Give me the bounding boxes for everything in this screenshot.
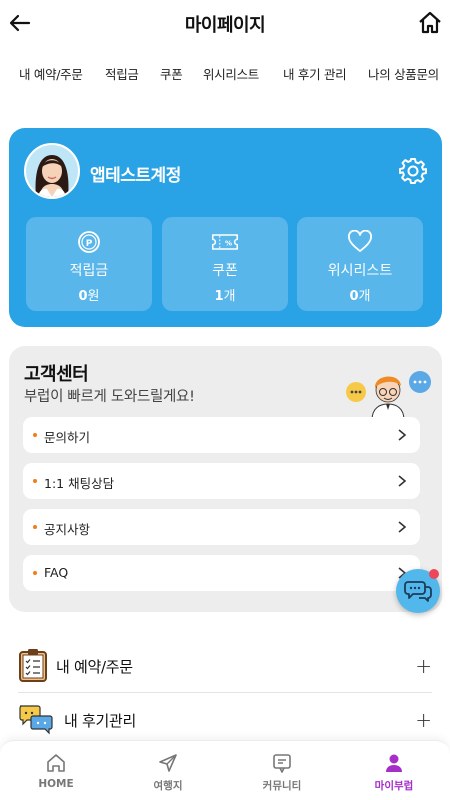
bullet <box>33 433 37 437</box>
svg-text:P: P <box>86 239 93 249</box>
points-value: 0원 <box>78 289 100 304</box>
svg-text:%: % <box>225 240 232 248</box>
menu-item-reviews[interactable]: 내 후기관리 + <box>18 696 432 744</box>
coupon-icon: % <box>211 234 239 250</box>
nav-home[interactable]: HOME <box>0 741 112 800</box>
menu-item-label: 내 예약/주문 <box>56 658 133 676</box>
points-icon: P <box>78 231 100 253</box>
tab-product-inquiries[interactable]: 나의 상품문의 <box>368 64 439 83</box>
support-item-chat[interactable]: 1:1 채팅상담 <box>23 463 420 499</box>
plus-icon: + <box>415 654 432 678</box>
chat-bubbles-icon <box>404 581 432 602</box>
coupon-box[interactable]: % 쿠폰 1개 <box>162 217 288 311</box>
bullet <box>33 479 37 483</box>
nav-destinations[interactable]: 여행지 <box>112 741 224 800</box>
nav-community[interactable]: 커뮤니티 <box>226 741 338 800</box>
mascot-illustration <box>346 371 431 420</box>
wishlist-value: 0개 <box>349 289 371 304</box>
tab-reservations[interactable]: 내 예약/주문 <box>19 64 83 83</box>
coupon-value: 1개 <box>214 289 236 304</box>
community-icon <box>273 754 291 773</box>
support-item-notice[interactable]: 공지사항 <box>23 509 420 545</box>
nav-label: 커뮤니티 <box>262 780 302 792</box>
review-chat-icon <box>19 705 53 735</box>
nav-label: 여행지 <box>153 780 183 792</box>
plus-icon: + <box>415 708 432 732</box>
tab-reviews[interactable]: 내 후기 관리 <box>283 64 347 83</box>
page-title: 마이페이지 <box>184 15 266 36</box>
nav-label: 마이부럽 <box>374 780 414 792</box>
gear-icon[interactable] <box>398 156 428 186</box>
clipboard-icon <box>19 649 47 682</box>
quick-tabs: 내 예약/주문 적립금 쿠폰 위시리스트 내 후기 관리 나의 상품문의 <box>0 56 450 88</box>
menu-item-label: 내 후기관리 <box>64 712 136 730</box>
nav-label: HOME <box>38 778 74 790</box>
support-item-label: FAQ <box>44 565 69 580</box>
chevron-right-icon <box>398 521 407 533</box>
divider <box>18 692 432 693</box>
home-icon <box>47 754 65 772</box>
tab-coupons[interactable]: 쿠폰 <box>160 64 183 83</box>
customer-center-subtitle: 부럽이 빠르게 도와드릴게요! <box>24 389 195 405</box>
support-item-label: 공지사항 <box>44 522 91 537</box>
chat-fab-button[interactable] <box>396 569 440 613</box>
chevron-right-icon <box>398 429 407 441</box>
heart-icon <box>348 230 372 252</box>
nav-my-page[interactable]: 마이부럽 <box>338 741 450 800</box>
avatar[interactable] <box>24 143 80 199</box>
bottom-nav: HOME 여행지 커뮤니티 마이부럽 <box>0 740 450 800</box>
wishlist-box[interactable]: 위시리스트 0개 <box>297 217 423 311</box>
tab-wishlist[interactable]: 위시리스트 <box>203 64 259 83</box>
support-item-label: 문의하기 <box>44 430 91 445</box>
wishlist-label: 위시리스트 <box>327 263 393 279</box>
send-icon <box>159 754 177 772</box>
customer-center-title: 고객센터 <box>24 364 89 385</box>
top-bar: 마이페이지 <box>0 0 450 46</box>
home-icon[interactable] <box>416 9 444 37</box>
notification-badge <box>429 569 439 579</box>
points-box[interactable]: P 적립금 0원 <box>26 217 152 311</box>
coupon-label: 쿠폰 <box>212 263 238 279</box>
account-name: 앱테스트계정 <box>90 166 181 186</box>
menu-item-reservations[interactable]: 내 예약/주문 + <box>18 642 432 690</box>
profile-card: 앱테스트계정 P 적립금 0원 % 쿠폰 1개 위시리스트 0개 <box>9 128 442 327</box>
person-icon <box>386 754 402 772</box>
bullet <box>33 525 37 529</box>
support-item-faq[interactable]: FAQ <box>23 555 420 591</box>
chevron-right-icon <box>398 475 407 487</box>
support-item-label: 1:1 채팅상담 <box>44 476 115 491</box>
customer-center: 고객센터 부럽이 빠르게 도와드릴게요! 문의하기 1:1 채팅상담 공지사항 … <box>9 346 442 612</box>
bullet <box>33 571 37 575</box>
support-item-inquiry[interactable]: 문의하기 <box>23 417 420 453</box>
tab-points[interactable]: 적립금 <box>105 64 139 83</box>
points-label: 적립금 <box>69 263 109 279</box>
